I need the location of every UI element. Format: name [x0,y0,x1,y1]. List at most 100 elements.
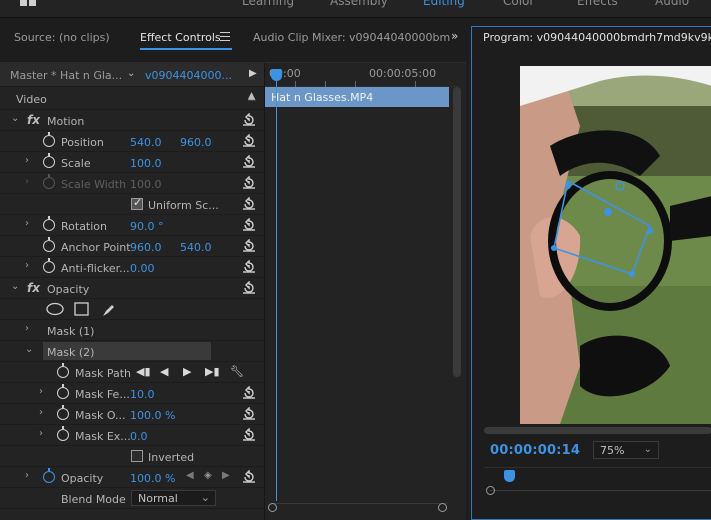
workspace-tab-assembly[interactable]: Assembly [330,0,388,8]
fx-icon[interactable]: fx [27,113,40,127]
anchor-y-value[interactable]: 540.0 [180,241,212,254]
scroll-up-icon[interactable]: ▲ [248,91,255,101]
workspace-tab-learning[interactable]: Learning [242,0,294,8]
motion-effect-row[interactable]: ⌄ fx Motion [0,110,264,131]
track-backward-icon[interactable]: ◀▮ [136,365,151,378]
mask-1-row[interactable]: › Mask (1) [0,320,264,341]
stopwatch-icon[interactable] [57,426,69,441]
monitor-playhead[interactable] [504,470,515,482]
chevron-right-icon[interactable]: › [25,260,29,271]
reset-icon[interactable] [242,470,256,483]
blend-mode-dropdown[interactable]: Normal ⌄ [131,490,216,506]
anchor-x-value[interactable]: 960.0 [130,241,162,254]
workspace-tab-effects[interactable]: Effects [577,0,618,8]
chevron-right-icon[interactable]: › [25,470,29,481]
workspace-tab-editing[interactable]: Editing [423,0,465,8]
chevron-right-icon[interactable]: › [25,323,29,334]
workspace-tab-audio[interactable]: Audio [655,0,689,8]
playhead-timecode[interactable]: 00:00:00:14 [490,443,580,458]
stopwatch-icon[interactable] [43,468,55,483]
reset-icon[interactable] [242,386,256,399]
previous-keyframe-icon[interactable]: ◀ [186,470,194,481]
stopwatch-icon[interactable] [43,258,55,273]
track-forward-frame-icon[interactable]: ▶ [183,365,191,378]
playhead-handle[interactable] [271,69,282,81]
timeline-ruler[interactable]: 00:00 00:00:05:00 [265,63,460,87]
chevron-right-icon[interactable]: › [39,386,43,397]
inverted-checkbox[interactable] [131,450,143,462]
chevron-right-icon[interactable]: › [39,428,43,439]
monitor-zoom-handle[interactable] [486,486,495,495]
reset-icon[interactable] [242,260,256,273]
master-clip-label[interactable]: Master * Hat n Gla... [10,69,122,82]
stopwatch-icon[interactable] [57,384,69,399]
stopwatch-icon[interactable] [43,216,55,231]
reset-icon[interactable] [242,155,256,168]
stopwatch-icon[interactable] [57,405,69,420]
reset-icon[interactable] [242,113,256,126]
timeline-scrollbar[interactable] [453,87,461,377]
monitor-time-ruler[interactable] [484,467,711,487]
anti-flicker-value[interactable]: 0.00 [130,262,155,275]
tab-audio-clip-mixer[interactable]: Audio Clip Mixer: v09044040000bm [253,31,450,44]
chevron-down-icon[interactable]: ⌄ [11,113,19,124]
reset-icon[interactable] [242,281,256,294]
reset-icon[interactable] [242,176,256,189]
tab-effect-controls[interactable]: Effect Controls [140,31,221,44]
uniform-scale-checkbox[interactable] [131,196,143,210]
opacity-value[interactable]: 100.0 % [130,472,175,485]
mask-2-label[interactable]: Mask (2) [47,346,94,359]
timeline-zoom-track[interactable] [271,503,447,511]
ellipse-mask-icon[interactable] [46,302,64,316]
track-forward-icon[interactable]: ▶▮ [205,365,220,378]
more-panels-icon[interactable]: » [451,29,458,43]
chevron-right-icon[interactable]: › [25,155,29,166]
rectangle-mask-icon[interactable] [74,302,90,316]
mask-1-label[interactable]: Mask (1) [47,325,94,338]
zoom-start-handle[interactable] [268,503,277,512]
mask-expansion-value[interactable]: 0.0 [130,430,148,443]
reset-icon[interactable] [242,134,256,147]
opacity-effect-row[interactable]: ⌄ fx Opacity [0,278,264,299]
reset-icon[interactable] [242,239,256,252]
mask-2-row[interactable]: ⌄ Mask (2) [0,341,264,362]
pen-tool-icon[interactable] [101,302,117,318]
chevron-down-icon[interactable]: ⌄ [25,344,33,355]
reset-icon[interactable] [242,197,256,210]
add-keyframe-icon[interactable]: ◈ [204,470,212,481]
tab-source[interactable]: Source: (no clips) [14,31,110,44]
workspace-tab-color[interactable]: Color [503,0,534,8]
reset-icon[interactable] [242,428,256,441]
wrench-icon[interactable]: 🔧︎ [230,365,244,378]
timeline-clip[interactable]: Hat n Glasses.MP4 [265,87,449,107]
next-keyframe-icon[interactable]: ▶ [222,470,230,481]
zoom-end-handle[interactable] [438,503,447,512]
play-triangle-icon[interactable]: ▶ [249,68,257,79]
panel-menu-icon[interactable] [220,32,230,41]
chevron-down-icon[interactable]: ⌄ [11,281,19,292]
chevron-right-icon[interactable]: › [25,218,29,229]
zoom-level-dropdown[interactable]: 75% ⌄ [593,441,659,459]
rotation-value[interactable]: 90.0 ° [130,220,164,233]
stopwatch-icon[interactable] [43,237,55,252]
monitor-scrollbar[interactable] [484,427,711,434]
position-y-value[interactable]: 960.0 [180,136,212,149]
scale-value[interactable]: 100.0 [130,157,162,170]
program-video-frame[interactable] [520,66,711,424]
reset-icon[interactable] [242,218,256,231]
stopwatch-icon[interactable] [43,132,55,147]
monitor-zoom-bar[interactable] [490,490,711,491]
sequence-clip-label[interactable]: v0904404000... [145,69,232,82]
fx-icon[interactable]: fx [27,281,40,295]
mask-opacity-value[interactable]: 100.0 % [130,409,175,422]
program-monitor-title[interactable]: Program: v09044040000bmdrh7md9kv9k5pq8 [483,31,711,44]
chevron-right-icon[interactable]: › [39,407,43,418]
track-back-frame-icon[interactable]: ◀ [160,365,168,378]
stopwatch-icon[interactable] [57,363,69,378]
stopwatch-icon[interactable] [43,153,55,168]
reset-icon[interactable] [242,407,256,420]
position-x-value[interactable]: 540.0 [130,136,162,149]
chevron-down-icon[interactable]: ⌄ [127,68,135,79]
home-icon[interactable] [18,0,40,8]
mask-feather-value[interactable]: 10.0 [130,388,155,401]
